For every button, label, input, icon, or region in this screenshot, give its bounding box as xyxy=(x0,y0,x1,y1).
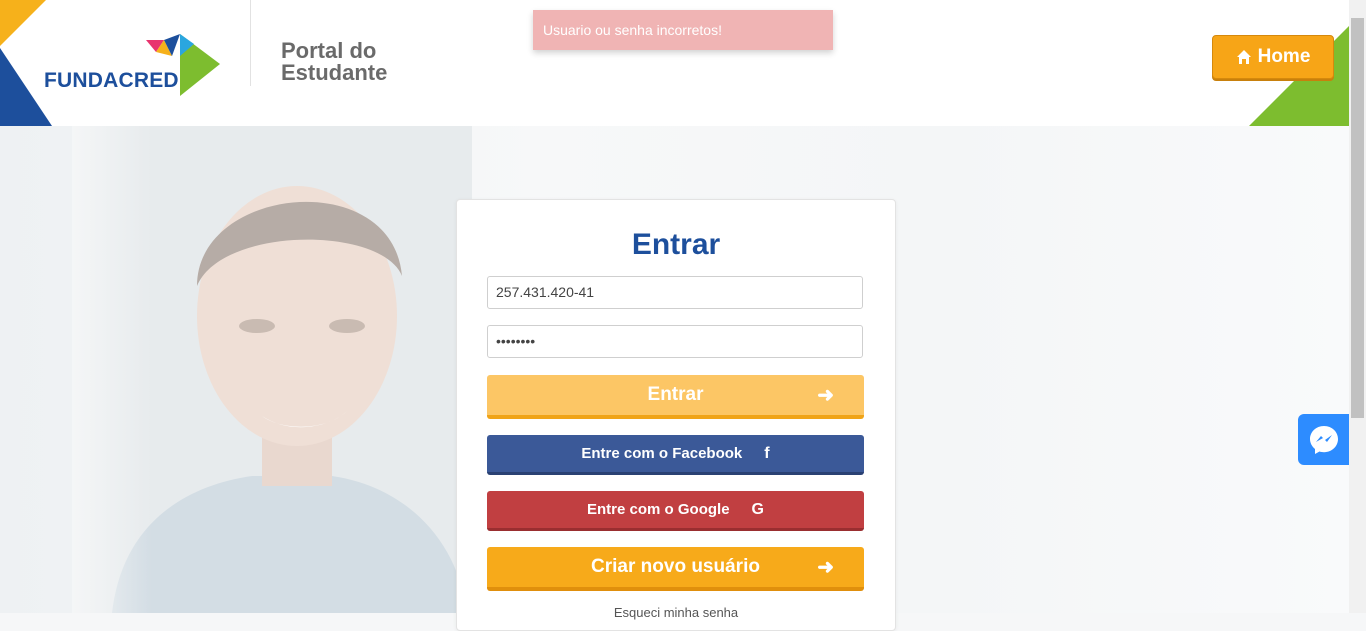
facebook-button-label: Entre com o Facebook xyxy=(581,445,743,462)
google-login-button[interactable]: Entre com o Google G xyxy=(487,491,864,531)
messenger-chat-button[interactable] xyxy=(1298,414,1349,465)
scrollbar-thumb[interactable] xyxy=(1351,18,1364,418)
fundacred-logo[interactable]: FUNDACRED xyxy=(44,34,224,98)
portal-title: Portal do Estudante xyxy=(281,40,441,84)
login-title: Entrar xyxy=(631,228,721,261)
home-icon xyxy=(1236,50,1251,64)
logo-text: FUNDACRED xyxy=(44,69,179,92)
username-field[interactable]: 257.431.420-41 xyxy=(487,276,863,309)
portal-title-line2: Estudante xyxy=(281,60,388,85)
error-alert: Usuario ou senha incorretos! xyxy=(533,10,833,50)
header-divider xyxy=(250,0,251,86)
home-button[interactable]: Home xyxy=(1212,35,1334,79)
corner-decoration-yellow xyxy=(0,0,46,46)
entrar-button-label: Entrar xyxy=(647,384,704,405)
arrow-right-icon: ➜ xyxy=(817,556,834,579)
facebook-icon: f xyxy=(764,444,770,462)
page-scrollbar[interactable] xyxy=(1349,0,1366,613)
error-alert-text: Usuario ou senha incorretos! xyxy=(543,22,722,38)
password-field[interactable]: •••••••• xyxy=(487,325,863,358)
login-card: Entrar 257.431.420-41 •••••••• Entrar ➜ … xyxy=(456,199,896,631)
google-button-label: Entre com o Google xyxy=(587,501,730,518)
arrow-right-icon: ➜ xyxy=(817,384,834,407)
google-icon: G xyxy=(751,500,764,518)
entrar-button[interactable]: Entrar ➜ xyxy=(487,375,864,419)
facebook-login-button[interactable]: Entre com o Facebook f xyxy=(487,435,864,475)
create-user-button-label: Criar novo usuário xyxy=(591,556,760,577)
home-button-label: Home xyxy=(1257,46,1311,67)
portal-title-line1: Portal do xyxy=(281,38,377,63)
student-photo xyxy=(72,126,472,613)
create-user-button[interactable]: Criar novo usuário ➜ xyxy=(487,547,864,591)
messenger-icon xyxy=(1309,425,1338,454)
